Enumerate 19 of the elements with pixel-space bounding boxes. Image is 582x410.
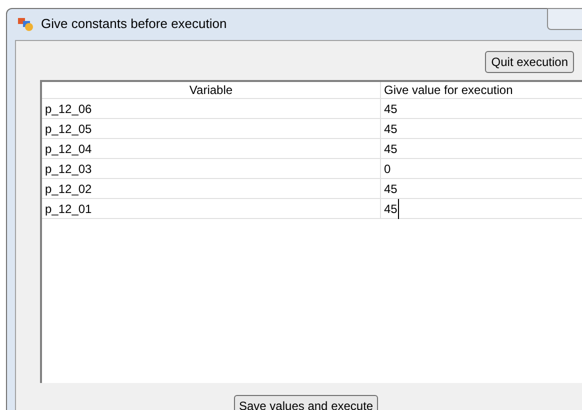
value-cell[interactable]: 45 [381, 99, 582, 118]
variable-cell: p_12_02 [42, 179, 381, 198]
save-button[interactable]: Save values and execute [234, 395, 378, 410]
variable-cell: p_12_06 [42, 99, 381, 118]
app-icon [17, 16, 35, 32]
variable-cell: p_12_03 [42, 159, 381, 178]
value-input[interactable]: 45 [384, 198, 400, 218]
variable-cell: p_12_05 [42, 119, 381, 138]
quit-button[interactable]: Quit execution [485, 51, 574, 73]
value-cell[interactable]: 45 [381, 139, 582, 158]
value-cell[interactable]: 0 [381, 159, 582, 178]
column-header[interactable]: Give value for execution [381, 82, 582, 98]
column-header[interactable]: Variable [42, 82, 381, 98]
variable-cell: p_12_04 [42, 139, 381, 158]
variable-cell: p_12_01 [42, 199, 381, 218]
value-cell[interactable]: 45 [381, 119, 582, 138]
close-button[interactable] [547, 8, 582, 30]
value-cell[interactable]: 45 [381, 179, 582, 198]
window-title: Give constants before execution [41, 15, 227, 34]
